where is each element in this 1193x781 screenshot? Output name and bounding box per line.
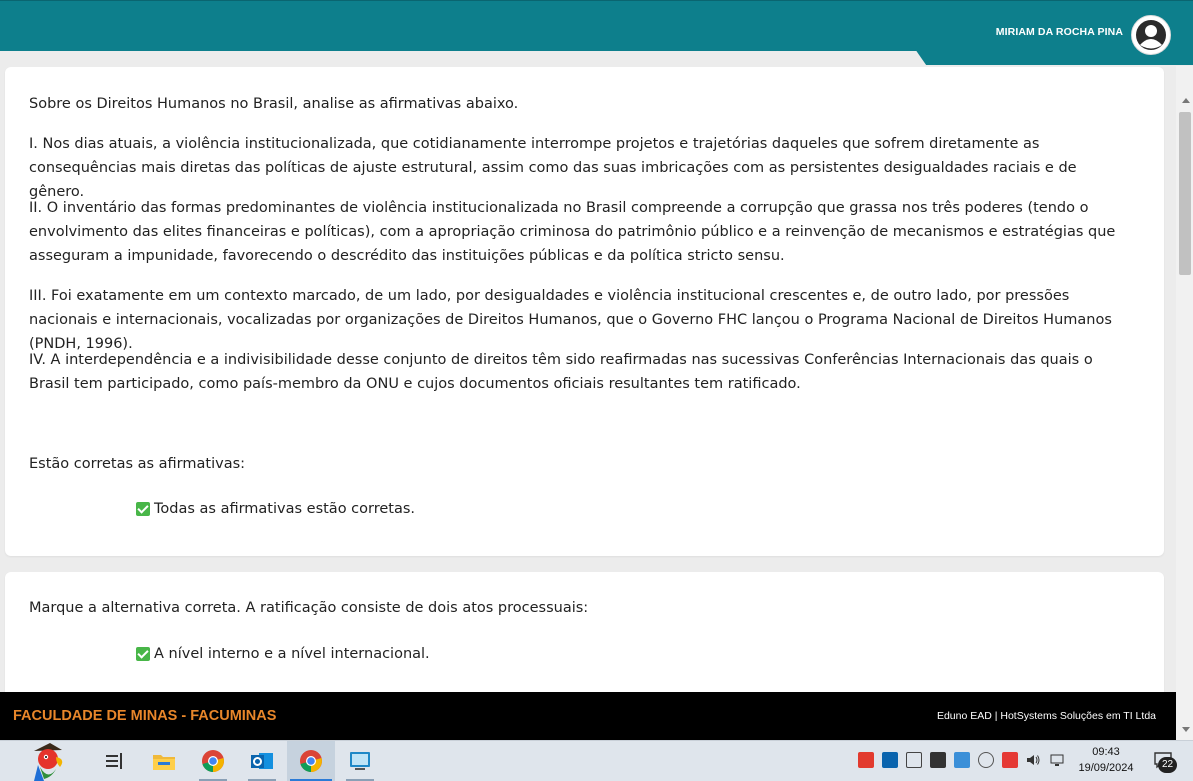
check-icon: [136, 502, 150, 516]
scroll-up-arrow-icon[interactable]: [1182, 98, 1190, 103]
scroll-down-arrow-icon[interactable]: [1182, 727, 1190, 732]
statement-4: IV. A interdependência e a indivisibilid…: [29, 352, 1093, 392]
footer-credits: Eduno EAD | HotSystems Soluções em TI Lt…: [936, 710, 1156, 722]
user-avatar-icon[interactable]: [1131, 15, 1171, 55]
statement-2: II. O inventário das formas predominante…: [29, 200, 1116, 264]
question-prompt: Estão corretas as afirmativas:: [29, 456, 246, 472]
network-app-tray-icon[interactable]: [954, 752, 970, 768]
clock-time: 09:43: [1092, 746, 1120, 758]
chrome-icon[interactable]: [199, 747, 227, 775]
parrot-mascot-icon[interactable]: [22, 741, 72, 781]
answer-text: Todas as afirmativas estão corretas.: [154, 501, 416, 517]
ccleaner-tray-icon[interactable]: [858, 752, 874, 768]
notification-count-badge: 22: [1158, 757, 1177, 773]
statement-3: III. Foi exatamente em um contexto marca…: [29, 288, 1112, 352]
sync-tray-icon[interactable]: [978, 752, 994, 768]
scrollbar-thumb[interactable]: [1179, 112, 1191, 275]
remote-desktop-icon[interactable]: [346, 747, 374, 775]
app-tray-icon[interactable]: [1002, 752, 1018, 768]
network-icon[interactable]: [1049, 752, 1065, 768]
check-icon: [136, 647, 150, 661]
volume-icon[interactable]: [1025, 752, 1041, 768]
answer-text: A nível interno e a nível internacional.: [154, 646, 430, 662]
file-explorer-icon[interactable]: [150, 747, 178, 775]
question-card-2: Marque a alternativa correta. A ratifica…: [5, 572, 1164, 702]
device-tray-icon[interactable]: [906, 752, 922, 768]
institution-name: FACULDADE DE MINAS - FACUMINAS: [13, 708, 277, 724]
security-tray-icon[interactable]: [930, 752, 946, 768]
page-footer: FACULDADE DE MINAS - FACUMINAS Eduno EAD…: [0, 692, 1176, 740]
os-taskbar: 09:43 19/09/2024 22: [0, 740, 1193, 781]
selected-answer[interactable]: A nível interno e a nível internacional.: [136, 646, 430, 662]
task-view-icon[interactable]: [100, 747, 128, 775]
statement-1: I. Nos dias atuais, a violência instituc…: [29, 136, 1077, 200]
outlook-icon[interactable]: [248, 747, 276, 775]
question-intro: Marque a alternativa correta. A ratifica…: [29, 600, 589, 616]
clock-date: 19/09/2024: [1078, 762, 1134, 774]
question-card-1: Sobre os Direitos Humanos no Brasil, ana…: [5, 67, 1164, 556]
system-clock[interactable]: 09:43 19/09/2024: [1070, 744, 1142, 776]
user-name[interactable]: MIRIAM DA ROCHA PINA: [996, 26, 1123, 38]
selected-answer[interactable]: Todas as afirmativas estão corretas.: [136, 501, 415, 517]
chrome-icon[interactable]: [297, 747, 325, 775]
question-intro: Sobre os Direitos Humanos no Brasil, ana…: [29, 96, 519, 112]
outlook-tray-icon[interactable]: [882, 752, 898, 768]
